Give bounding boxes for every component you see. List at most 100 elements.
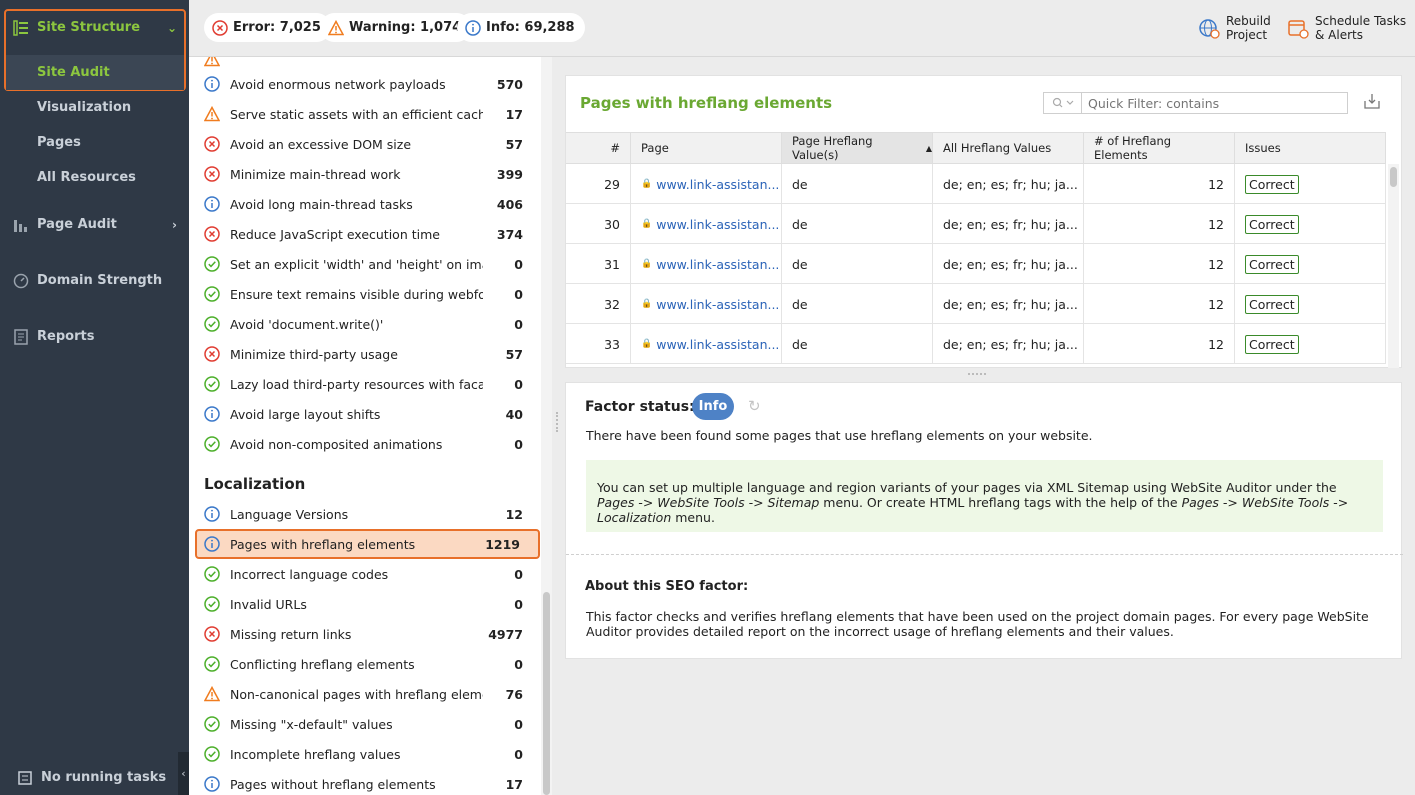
horizontal-splitter-grip[interactable] xyxy=(968,373,986,377)
rebuild-project-button[interactable]: Rebuild Project xyxy=(1198,14,1271,42)
check-circle-icon xyxy=(204,656,220,672)
schedule-line-1: Schedule Tasks xyxy=(1315,14,1407,28)
info-icon xyxy=(204,196,220,212)
factor-row[interactable]: Avoid 'document.write()' 0 xyxy=(189,309,541,339)
column-header-num[interactable]: # xyxy=(566,133,631,163)
warning-icon xyxy=(203,57,221,67)
error-icon xyxy=(204,166,220,182)
table-scrollbar[interactable] xyxy=(1388,164,1399,368)
splitter-grip[interactable] xyxy=(556,412,560,432)
collapse-sidebar-button[interactable]: ‹ xyxy=(178,752,189,795)
column-header-hreflang-count[interactable]: # of Hreflang Elements xyxy=(1084,133,1235,163)
warning-count-pill[interactable]: Warning: 1,074 xyxy=(320,13,472,42)
nav-visualization[interactable]: Visualization xyxy=(0,90,189,125)
factor-row[interactable]: Incomplete hreflang values 0 xyxy=(189,739,541,769)
cell-issue: Correct xyxy=(1235,204,1386,244)
factor-row[interactable]: Minimize main-thread work 399 xyxy=(189,159,541,189)
nav-all-resources[interactable]: All Resources xyxy=(0,160,189,195)
task-status[interactable]: No running tasks xyxy=(0,760,189,795)
page-url[interactable]: www.link-assistan... xyxy=(656,177,779,192)
check-circle-icon xyxy=(204,746,220,762)
factor-label: Avoid 'document.write()' xyxy=(230,316,384,332)
issue-badge: Correct xyxy=(1245,174,1299,194)
factor-row[interactable]: Avoid long main-thread tasks 406 xyxy=(189,189,541,219)
cell-page-link[interactable]: 🔒 www.link-assistan... xyxy=(631,324,782,364)
column-header-issues[interactable]: Issues xyxy=(1235,133,1386,163)
globe-refresh-icon xyxy=(1198,17,1220,39)
table-row[interactable]: 31 🔒 www.link-assistan... de de; en; es; fr;… xyxy=(566,244,1386,284)
cell-page-link[interactable]: 🔒 www.link-assistan... xyxy=(631,244,782,284)
factor-count: 57 xyxy=(505,346,523,362)
factor-row[interactable]: Conflicting hreflang elements 0 xyxy=(189,649,541,679)
factor-row[interactable]: Invalid URLs 0 xyxy=(189,589,541,619)
column-header-page-hreflang[interactable]: Page Hreflang Value(s) ▲ xyxy=(782,133,933,163)
factor-count: 0 xyxy=(514,256,523,272)
table-row[interactable]: 32 🔒 www.link-assistan... de de; en; es; fr;… xyxy=(566,284,1386,324)
nav-reports[interactable]: Reports xyxy=(0,319,189,354)
factor-row[interactable]: Incorrect language codes 0 xyxy=(189,559,541,589)
page-url[interactable]: www.link-assistan... xyxy=(656,337,779,352)
cell-page-link[interactable]: 🔒 www.link-assistan... xyxy=(631,204,782,244)
cell-num: 29 xyxy=(566,164,631,204)
factor-count: 0 xyxy=(514,596,523,612)
table-scrollbar-thumb[interactable] xyxy=(1390,167,1397,187)
factor-row[interactable]: Avoid an excessive DOM size 57 xyxy=(189,129,541,159)
info-count-pill[interactable]: Info: 69,288 xyxy=(457,13,585,42)
cell-all-hreflang: de; en; es; fr; hu; ja... xyxy=(933,244,1084,284)
cell-page-link[interactable]: 🔒 www.link-assistan... xyxy=(631,164,782,204)
table-row[interactable]: 29 🔒 www.link-assistan... de de; en; es; fr;… xyxy=(566,164,1386,204)
page-url[interactable]: www.link-assistan... xyxy=(656,257,779,272)
sidebar: Site Structure ⌄ Site Audit Visualizatio… xyxy=(0,0,189,795)
export-icon[interactable] xyxy=(1364,93,1380,113)
column-header-page[interactable]: Page xyxy=(631,133,782,163)
cell-issue: Correct xyxy=(1235,164,1386,204)
error-count-pill[interactable]: Error: 7,025 xyxy=(204,13,331,42)
tip-text-1: You can set up multiple language and reg… xyxy=(597,480,1337,495)
factor-row[interactable]: Avoid non-composited animations 0 xyxy=(189,429,541,459)
page-url[interactable]: www.link-assistan... xyxy=(656,217,779,232)
column-header-all-hreflang[interactable]: All Hreflang Values xyxy=(933,133,1084,163)
scrollbar-thumb[interactable] xyxy=(543,592,550,795)
factor-row-selected[interactable]: Pages with hreflang elements 1219 xyxy=(195,529,540,559)
table-row[interactable]: 33 🔒 www.link-assistan... de de; en; es; fr;… xyxy=(566,324,1386,364)
chevron-right-icon: › xyxy=(172,217,177,232)
factor-row[interactable]: Minimize third-party usage 57 xyxy=(189,339,541,369)
info-icon xyxy=(204,406,220,422)
lock-icon: 🔒 xyxy=(641,299,653,309)
factor-row[interactable]: Reduce JavaScript execution time 374 xyxy=(189,219,541,249)
refresh-icon[interactable]: ↻ xyxy=(748,397,761,415)
factor-row[interactable]: Non-canonical pages with hreflang elemen… xyxy=(189,679,541,709)
factor-row[interactable]: Serve static assets with an efficient ca… xyxy=(189,99,541,129)
nav-page-audit[interactable]: Page Audit › xyxy=(0,207,189,242)
nav-site-structure[interactable]: Site Structure ⌄ xyxy=(0,10,189,45)
factor-row[interactable]: Language Versions 12 xyxy=(189,499,541,529)
factor-row[interactable]: Avoid enormous network payloads 570 xyxy=(189,69,541,99)
factor-list: Avoid enormous network payloads 570 Serve … xyxy=(189,57,552,795)
factor-list-scrollbar[interactable] xyxy=(541,57,552,795)
horizontal-splitter[interactable] xyxy=(565,369,1402,381)
cell-all-hreflang: de; en; es; fr; hu; ja... xyxy=(933,284,1084,324)
factor-row[interactable]: Missing return links 4977 xyxy=(189,619,541,649)
check-circle-icon xyxy=(204,316,220,332)
factor-row[interactable]: Set an explicit 'width' and 'height' on … xyxy=(189,249,541,279)
filter-mode-dropdown[interactable] xyxy=(1044,93,1082,113)
factor-row[interactable]: Pages without hreflang elements 17 xyxy=(189,769,541,795)
schedule-tasks-button[interactable]: Schedule Tasks & Alerts xyxy=(1287,14,1406,42)
factor-label: Language Versions xyxy=(230,506,349,522)
factor-row[interactable]: Ensure text remains visible during webfo… xyxy=(189,279,541,309)
panel-splitter[interactable] xyxy=(552,57,564,795)
factor-row[interactable]: Avoid large layout shifts 40 xyxy=(189,399,541,429)
info-icon xyxy=(204,776,220,792)
cell-page-link[interactable]: 🔒 www.link-assistan... xyxy=(631,284,782,324)
cell-hreflang-count-text: 12 xyxy=(1208,296,1224,312)
table-row[interactable]: 30 🔒 www.link-assistan... de de; en; es; fr;… xyxy=(566,204,1386,244)
factor-count: 40 xyxy=(505,406,523,422)
nav-pages[interactable]: Pages xyxy=(0,125,189,160)
factor-row[interactable]: Missing "x-default" values 0 xyxy=(189,709,541,739)
page-url[interactable]: www.link-assistan... xyxy=(656,297,779,312)
nav-domain-strength[interactable]: Domain Strength xyxy=(0,263,189,298)
tasks-icon xyxy=(18,770,32,785)
nav-site-audit[interactable]: Site Audit xyxy=(6,55,184,90)
quick-filter-input[interactable] xyxy=(1082,95,1347,111)
factor-row[interactable]: Lazy load third-party resources with fac… xyxy=(189,369,541,399)
